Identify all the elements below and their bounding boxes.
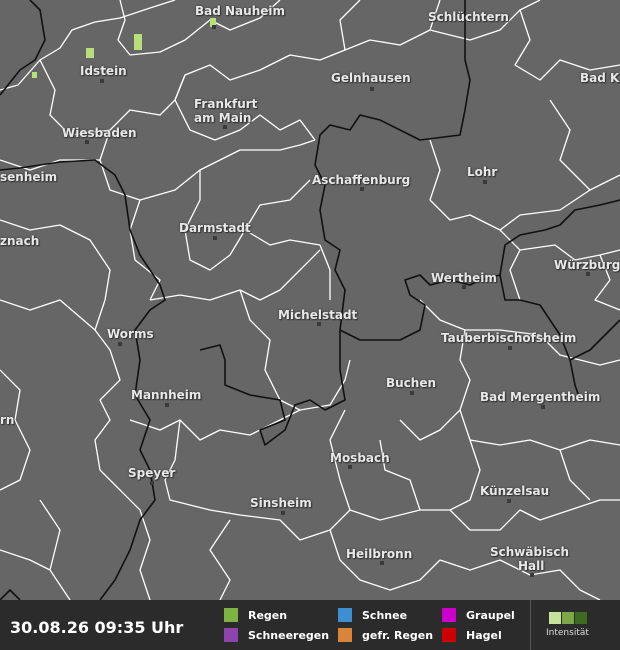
city-label: Lohr bbox=[467, 165, 498, 179]
legend-item-schnee: Schnee bbox=[338, 608, 407, 622]
city-label: am Main bbox=[194, 111, 252, 125]
city-label: Schlüchtern bbox=[428, 10, 509, 24]
city-label: Worms bbox=[107, 327, 154, 341]
radar-echo bbox=[86, 48, 94, 58]
city-marker bbox=[530, 573, 534, 577]
city-label: Wiesbaden bbox=[62, 126, 137, 140]
city-label: rn bbox=[0, 413, 15, 427]
city-label: Gelnhausen bbox=[331, 71, 411, 85]
city-marker bbox=[410, 391, 414, 395]
district-borders bbox=[0, 0, 620, 600]
city-marker bbox=[541, 405, 545, 409]
weather-radar-map[interactable]: Bad Nauheim Schlüchtern Idstein Gelnhausen B… bbox=[0, 0, 620, 650]
intensity-label: Intensität bbox=[546, 628, 589, 638]
city-marker bbox=[360, 187, 364, 191]
timestamp: 30.08.26 09:35 Uhr bbox=[10, 618, 184, 637]
city-marker bbox=[462, 285, 466, 289]
city-label: Frankfurt bbox=[194, 97, 258, 111]
legend-item-hagel: Hagel bbox=[442, 628, 502, 642]
city-label: senheim bbox=[0, 170, 58, 184]
city-label: Heilbronn bbox=[346, 547, 413, 561]
city-label: Künzelsau bbox=[480, 484, 550, 498]
swatch-regen bbox=[224, 608, 238, 622]
city-label: Mannheim bbox=[131, 388, 202, 402]
intensity-swatch-mid bbox=[562, 612, 574, 624]
city-label: Wertheim bbox=[431, 271, 497, 285]
city-marker bbox=[317, 322, 321, 326]
legend-item-graupel: Graupel bbox=[442, 608, 515, 622]
intensity-swatch-low bbox=[549, 612, 561, 624]
city-marker bbox=[213, 236, 217, 240]
city-marker bbox=[483, 180, 487, 184]
city-label: Speyer bbox=[128, 466, 176, 480]
swatch-schnee bbox=[338, 608, 352, 622]
city-label: znach bbox=[0, 234, 40, 248]
city-marker bbox=[507, 499, 511, 503]
city-marker bbox=[118, 342, 122, 346]
city-label: Bad K bbox=[580, 71, 620, 85]
intensity-scale: Intensität bbox=[530, 600, 620, 650]
city-label: Michelstadt bbox=[278, 308, 358, 322]
city-marker bbox=[370, 87, 374, 91]
legend-label-regen: Regen bbox=[248, 608, 288, 622]
legend-item-schneeregen: Schneeregen bbox=[224, 628, 329, 642]
city-label: Bad Mergentheim bbox=[480, 390, 601, 404]
swatch-schneeregen bbox=[224, 628, 238, 642]
city-label: Hall bbox=[518, 559, 545, 573]
swatch-gefr-regen bbox=[338, 628, 352, 642]
swatch-graupel bbox=[442, 608, 456, 622]
city-label: Sinsheim bbox=[250, 496, 312, 510]
city-marker bbox=[223, 125, 227, 129]
state-borders bbox=[0, 0, 620, 600]
city-marker bbox=[165, 403, 169, 407]
city-label: Idstein bbox=[80, 64, 127, 78]
swatch-hagel bbox=[442, 628, 456, 642]
legend-label-schneeregen: Schneeregen bbox=[248, 628, 330, 642]
city-label: Tauberbischofsheim bbox=[441, 331, 577, 345]
city-marker bbox=[281, 511, 285, 515]
legend-label-graupel: Graupel bbox=[466, 608, 515, 622]
city-label: Mosbach bbox=[330, 451, 390, 465]
legend-item-gefr-regen: gefr. Regen bbox=[338, 628, 433, 642]
city-marker bbox=[348, 465, 352, 469]
map-borders bbox=[0, 0, 620, 600]
city-marker bbox=[212, 25, 216, 29]
legend-label-hagel: Hagel bbox=[466, 628, 502, 642]
city-marker bbox=[508, 346, 512, 350]
city-label: Schwäbisch bbox=[490, 545, 569, 559]
city-marker bbox=[85, 140, 89, 144]
legend-item-regen: Regen bbox=[224, 608, 287, 622]
city-label: Darmstadt bbox=[179, 221, 251, 235]
radar-echo bbox=[134, 34, 142, 50]
radar-echo bbox=[32, 72, 37, 78]
city-label: Buchen bbox=[386, 376, 437, 390]
city-marker bbox=[586, 272, 590, 276]
city-marker bbox=[150, 481, 154, 485]
legend-bar: 30.08.26 09:35 Uhr Regen Schneeregen Sch… bbox=[0, 600, 620, 650]
city-marker bbox=[380, 561, 384, 565]
city-label: Aschaffenburg bbox=[312, 173, 411, 187]
legend-label-schnee: Schnee bbox=[362, 608, 408, 622]
city-label: Bad Nauheim bbox=[195, 4, 285, 18]
legend-label-gefr-regen: gefr. Regen bbox=[362, 628, 434, 642]
intensity-swatch-high bbox=[575, 612, 587, 624]
city-label: Würzburg bbox=[554, 258, 620, 272]
city-marker bbox=[100, 79, 104, 83]
